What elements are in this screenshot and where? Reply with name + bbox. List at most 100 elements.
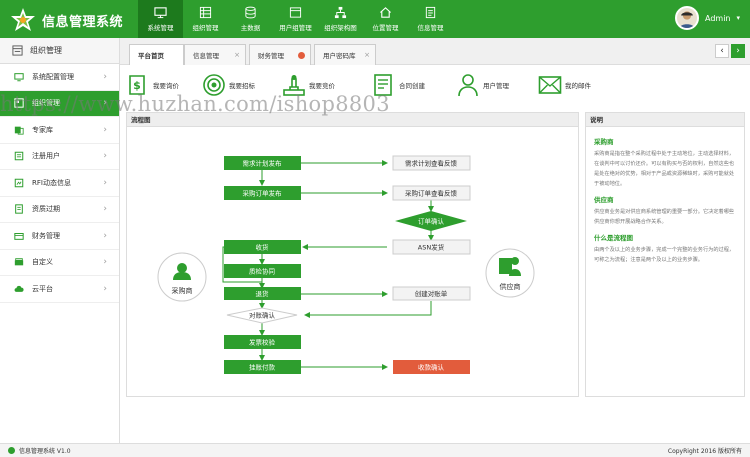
topnav-location[interactable]: 位置管理 <box>363 0 408 38</box>
tab-label: 财务管理 <box>258 52 284 60</box>
node-label: 采购订单发布 <box>243 189 283 198</box>
desc-heading: 什么是流程图 <box>594 233 633 242</box>
flow-panel: 流程图 采购商 供应商 需求计划发布 需求计划查看反馈 采购订单发布 采购订单查… <box>126 112 579 397</box>
monitor-icon <box>154 7 167 19</box>
description-body: 采购商 采购商是指在整个采购过程中处于主动地位，主动选择材料，在谈判中可以讨价还… <box>586 127 744 276</box>
close-icon[interactable] <box>298 51 305 59</box>
sidebar-item-rfi[interactable]: RFI动态信息 › <box>0 170 119 197</box>
sidebar-item-experts[interactable]: 专家库 › <box>0 117 119 144</box>
topnav-system[interactable]: 系统管理 <box>138 0 183 38</box>
tab-label: 用户密码库 <box>323 52 356 60</box>
home-icon <box>380 7 391 18</box>
quick-label: 我要询价 <box>153 82 179 90</box>
footer-version: 信息管理系统 V1.0 <box>19 448 71 455</box>
logo-icon <box>11 8 35 31</box>
tab-passwords[interactable]: 用户密码库 × <box>314 44 376 65</box>
sidebar-item-cloud[interactable]: 云平台 › <box>0 276 119 303</box>
user-name: Admin <box>704 13 731 23</box>
desc-text: 由两个及以上的业务步骤，完成一个完整的业务行为的过程，可称之为流程；注意是两个及… <box>594 247 735 264</box>
list-icon <box>14 152 24 161</box>
tab-label: 信息管理 <box>193 52 219 60</box>
tab-info[interactable]: 信息管理 × <box>184 44 246 65</box>
rfi-icon <box>14 178 24 187</box>
node-label: 订单确认 <box>418 217 445 226</box>
topnav-label: 系统管理 <box>147 24 174 32</box>
top-nav: 系统管理 组织管理 主数据 用户组管理 组织架构图 位置管理 信息管理 <box>138 0 453 38</box>
sidebar-item-registered[interactable]: 注册用户 › <box>0 144 119 170</box>
topnav-org[interactable]: 组织管理 <box>183 0 228 38</box>
chevron-right-icon: › <box>103 124 107 135</box>
node-label: ASN发货 <box>418 243 445 252</box>
chevron-right-icon: › <box>103 204 107 215</box>
chevron-left-icon[interactable]: ‹ <box>715 44 729 58</box>
status-dot-icon <box>8 447 15 454</box>
close-icon[interactable]: × <box>364 51 370 59</box>
flow-diagram: 采购商 供应商 需求计划发布 需求计划查看反馈 采购订单发布 采购订单查看反馈 … <box>157 155 535 374</box>
node-label: 挂账付款 <box>249 363 276 372</box>
sidebar-item-custom[interactable]: 自定义 › <box>0 250 119 276</box>
topnav-label: 位置管理 <box>372 24 399 32</box>
sidebar-item-label: 云平台 <box>32 284 53 293</box>
list-icon <box>12 45 23 56</box>
chevron-right-icon[interactable]: › <box>731 44 745 58</box>
node-label: 质检协同 <box>249 267 275 276</box>
tab-finance[interactable]: 财务管理 <box>249 44 311 65</box>
quick-label: 我要竞价 <box>309 82 335 90</box>
user-menu[interactable]: Admin ▾ <box>674 6 740 30</box>
sidebar-header: 组织管理 <box>0 38 119 64</box>
chevron-right-icon: › <box>103 177 107 188</box>
topnav-usergroup[interactable]: 用户组管理 <box>273 0 318 38</box>
cloud-icon <box>14 285 24 292</box>
footer-copyright: CopyRight 2016 版权所有 <box>667 448 742 455</box>
node-label: 收款确认 <box>418 363 445 372</box>
sidebar-title: 组织管理 <box>30 46 62 55</box>
sidebar-item-finance[interactable]: 财务管理 › <box>0 223 119 250</box>
topnav-master[interactable]: 主数据 <box>228 0 273 38</box>
top-bar: 信息管理系统 系统管理 组织管理 主数据 用户组管理 组织架构图 位置管理 信息… <box>0 0 750 38</box>
sidebar-item-label: 财务管理 <box>32 231 60 240</box>
node-label: 需求计划发布 <box>243 159 283 168</box>
buyer-label: 采购商 <box>172 286 193 295</box>
app-title: 信息管理系统 <box>42 14 124 30</box>
topnav-orgchart[interactable]: 组织架构图 <box>318 0 363 38</box>
sidebar-item-label: 注册用户 <box>32 152 60 161</box>
sidebar-item-expired[interactable]: 资质过期 › <box>0 197 119 223</box>
description-title: 说明 <box>586 113 744 127</box>
quick-label: 用户管理 <box>483 82 509 90</box>
chevron-right-icon: › <box>103 257 107 268</box>
chevron-down-icon[interactable]: ▾ <box>736 14 740 22</box>
footer-left: 信息管理系统 V1.0 <box>8 446 71 455</box>
doc-icon <box>15 204 23 214</box>
app-logo: 信息管理系统 <box>10 7 123 33</box>
chevron-right-icon: › <box>103 151 107 162</box>
box-icon <box>14 258 24 266</box>
description-panel: 说明 采购商 采购商是指在整个采购过程中处于主动地位，主动选择材料，在谈判中可以… <box>585 112 745 397</box>
node-label: 需求计划查看反馈 <box>405 159 458 168</box>
node-label: 采购订单查看反馈 <box>405 189 458 198</box>
monitor-icon <box>14 72 24 81</box>
tab-home[interactable]: 平台首页 <box>129 44 184 65</box>
sidebar-item-sysconfig[interactable]: 系统配置管理 › <box>0 64 119 91</box>
sidebar-item-label: 系统配置管理 <box>32 72 74 81</box>
sidebar-item-label: 自定义 <box>32 258 53 267</box>
quick-label: 我要招标 <box>229 82 255 90</box>
node-label: 创建对账单 <box>415 289 448 298</box>
topnav-label: 主数据 <box>240 24 261 32</box>
node-label: 退货 <box>256 289 270 298</box>
chevron-right-icon: › <box>103 283 107 294</box>
quick-mail[interactable]: 我的邮件 <box>538 73 591 97</box>
footer: 信息管理系统 V1.0 CopyRight 2016 版权所有 <box>0 443 750 457</box>
tab-scroll-controls: ‹ › <box>715 44 745 58</box>
quick-label: 合同创建 <box>399 82 425 90</box>
close-icon[interactable]: × <box>234 51 240 59</box>
tab-bar: 平台首页 信息管理 × 财务管理 用户密码库 × <box>120 38 750 65</box>
avatar[interactable] <box>674 6 699 30</box>
doc-icon <box>425 6 436 19</box>
chevron-right-icon: › <box>103 230 107 241</box>
topnav-info[interactable]: 信息管理 <box>408 0 453 38</box>
supplier-label: 供应商 <box>500 282 521 291</box>
sidebar-item-label: 专家库 <box>32 125 53 134</box>
mail-icon <box>538 76 562 94</box>
node-label: 对账确认 <box>249 311 276 320</box>
wallet-icon <box>14 232 24 240</box>
